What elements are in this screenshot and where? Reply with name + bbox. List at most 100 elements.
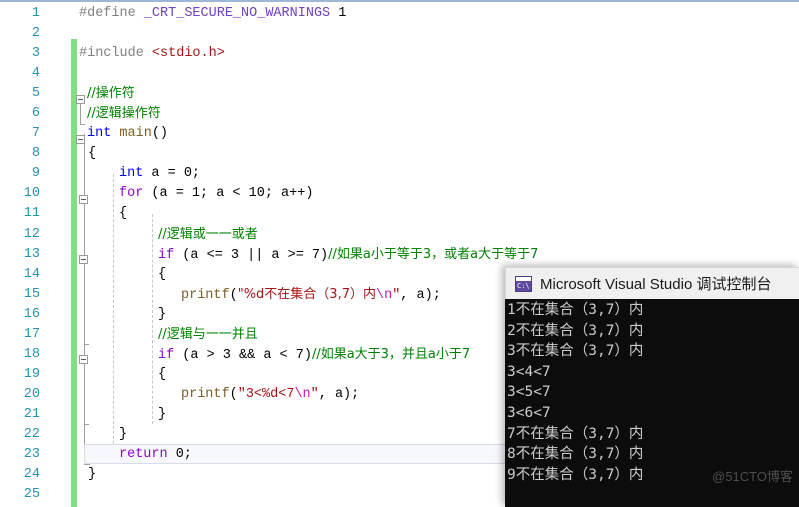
code-line-content: if (a > 3 && a < 7)//如果a大于3，并且a小于7 [158, 345, 470, 366]
token-escape: \n [375, 287, 393, 303]
line-number: 11 [23, 206, 40, 222]
line-number: 1 [31, 6, 40, 21]
line-number: 14 [23, 266, 40, 282]
console-title-bar[interactable]: Microsoft Visual Studio 调试控制台 [505, 267, 799, 299]
line-number: 15 [23, 286, 40, 302]
token-paren-open: ( [229, 287, 238, 303]
token-comment: //逻辑或一一或者 [158, 226, 258, 242]
code-line-content: //操作符 [87, 84, 135, 105]
line-number: 6 [31, 106, 40, 122]
code-line-content: } [119, 425, 127, 445]
code-line-content: if (a <= 3 || a >= 7)//如果a小于等于3，或者a大于等于7 [158, 245, 538, 266]
line-number: 16 [23, 306, 40, 322]
token-args: , a); [400, 287, 441, 303]
code-line-10[interactable]: 10 for (a = 1; a < 10; a++) [0, 184, 799, 204]
token-keyword-if: if [158, 347, 175, 363]
line-number: 4 [31, 66, 40, 82]
code-line-content: int main() [87, 124, 168, 144]
console-output-line: 8不在集合（3,7）内 [507, 446, 644, 463]
code-line-2[interactable]: 2 [0, 24, 799, 44]
token-keyword-return: return [119, 447, 168, 463]
code-line-content: { [158, 265, 166, 285]
debug-console-window[interactable]: Microsoft Visual Studio 调试控制台 1不在集合（3,7）… [505, 267, 799, 507]
line-number: 9 [31, 166, 40, 182]
token-comment: //逻辑操作符 [87, 106, 161, 122]
code-line-6[interactable]: 6 //逻辑操作符 [0, 104, 799, 124]
token-header-name: <stdio.h> [151, 46, 225, 62]
token-brace: } [158, 406, 167, 422]
code-line-1[interactable]: 1 #define _CRT_SECURE_NO_WARNINGS 1 [0, 4, 799, 24]
code-line-7[interactable]: 7 int main() [0, 124, 799, 144]
console-output-line: 3<5<7 [507, 384, 551, 401]
code-line-content: { [158, 365, 166, 385]
code-line-13[interactable]: 13 if (a <= 3 || a >= 7)//如果a小于等于3，或者a大于… [0, 245, 799, 265]
code-line-4[interactable]: 4 [0, 64, 799, 84]
token-function-main: main [111, 126, 152, 142]
line-number: 20 [23, 386, 40, 402]
token-return-value: 0; [167, 447, 192, 463]
code-line-content: } [88, 465, 96, 485]
token-preprocessor: #include [79, 46, 152, 62]
code-line-5[interactable]: 5 //操作符 [0, 84, 799, 104]
token-escape: \n [294, 386, 311, 402]
console-output-area[interactable]: 1不在集合（3,7）内 2不在集合（3,7）内 3不在集合（3,7）内 3<4<… [505, 299, 799, 507]
line-number: 18 [23, 346, 40, 362]
token-preprocessor: #define [79, 6, 144, 21]
line-number: 2 [31, 26, 40, 42]
token-parens: () [151, 126, 169, 142]
line-number: 5 [31, 86, 40, 102]
console-output-line: 9不在集合（3,7）内 [507, 466, 644, 483]
token-macro-value: 1 [330, 6, 347, 21]
token-comment: //逻辑与一一并且 [158, 326, 258, 342]
token-declaration: a = 0; [143, 166, 201, 182]
code-line-content: { [88, 144, 96, 164]
token-paren-open: ( [229, 386, 238, 402]
token-string: "%d不在集合（3,7）内 [237, 286, 376, 302]
token-string-end: " [310, 386, 319, 402]
token-keyword-int: int [119, 166, 144, 182]
token-comment: //如果a大于3，并且a小于7 [311, 346, 471, 362]
line-number: 22 [23, 426, 40, 442]
line-number: 23 [23, 447, 40, 463]
code-line-3[interactable]: 3 #include <stdio.h> [0, 44, 799, 64]
line-number: 3 [31, 46, 40, 62]
code-line-12[interactable]: 12 //逻辑或一一或者 [0, 225, 799, 245]
line-number: 21 [23, 406, 40, 422]
console-output-line: 3不在集合（3,7）内 [507, 343, 644, 360]
code-line-11[interactable]: 11 { [0, 204, 799, 224]
console-app-icon [515, 275, 532, 292]
code-line-content: for (a = 1; a < 10; a++) [119, 184, 313, 204]
code-line-8[interactable]: 8 { [0, 144, 799, 164]
line-number: 12 [23, 226, 40, 242]
code-line-content: #include <stdio.h> [79, 44, 225, 64]
token-keyword-for: for [119, 186, 144, 202]
code-line-content: int a = 0; [119, 164, 200, 184]
token-brace: } [88, 467, 97, 483]
token-condition: (a > 3 && a < 7) [174, 347, 312, 363]
token-brace: } [158, 306, 167, 322]
token-brace: } [119, 426, 128, 442]
console-window-title: Microsoft Visual Studio 调试控制台 [540, 276, 772, 293]
console-output-blank [506, 485, 799, 506]
code-line-content: { [119, 204, 127, 224]
line-number: 25 [23, 487, 40, 503]
token-function-printf: printf [181, 386, 230, 402]
console-output-line: 7不在集合（3,7）内 [507, 425, 644, 442]
console-output-line: 3<4<7 [507, 363, 551, 380]
line-number: 19 [23, 366, 40, 382]
line-number: 24 [23, 467, 40, 483]
code-line-9[interactable]: 9 int a = 0; [0, 164, 799, 184]
token-keyword-if: if [158, 247, 175, 263]
line-number: 10 [23, 186, 40, 202]
code-line-content: } [158, 405, 166, 425]
token-brace: { [158, 266, 167, 282]
token-comment: //如果a小于等于3，或者a大于等于7 [328, 246, 539, 262]
code-line-content: //逻辑操作符 [87, 104, 161, 125]
line-number: 13 [23, 246, 40, 262]
token-brace: { [88, 146, 97, 162]
token-brace: { [119, 206, 128, 222]
code-line-content: #define _CRT_SECURE_NO_WARNINGS 1 [79, 4, 346, 24]
token-for-clause: (a = 1; a < 10; a++) [143, 186, 314, 202]
line-number: 7 [31, 126, 40, 142]
token-comment: //操作符 [87, 86, 135, 102]
